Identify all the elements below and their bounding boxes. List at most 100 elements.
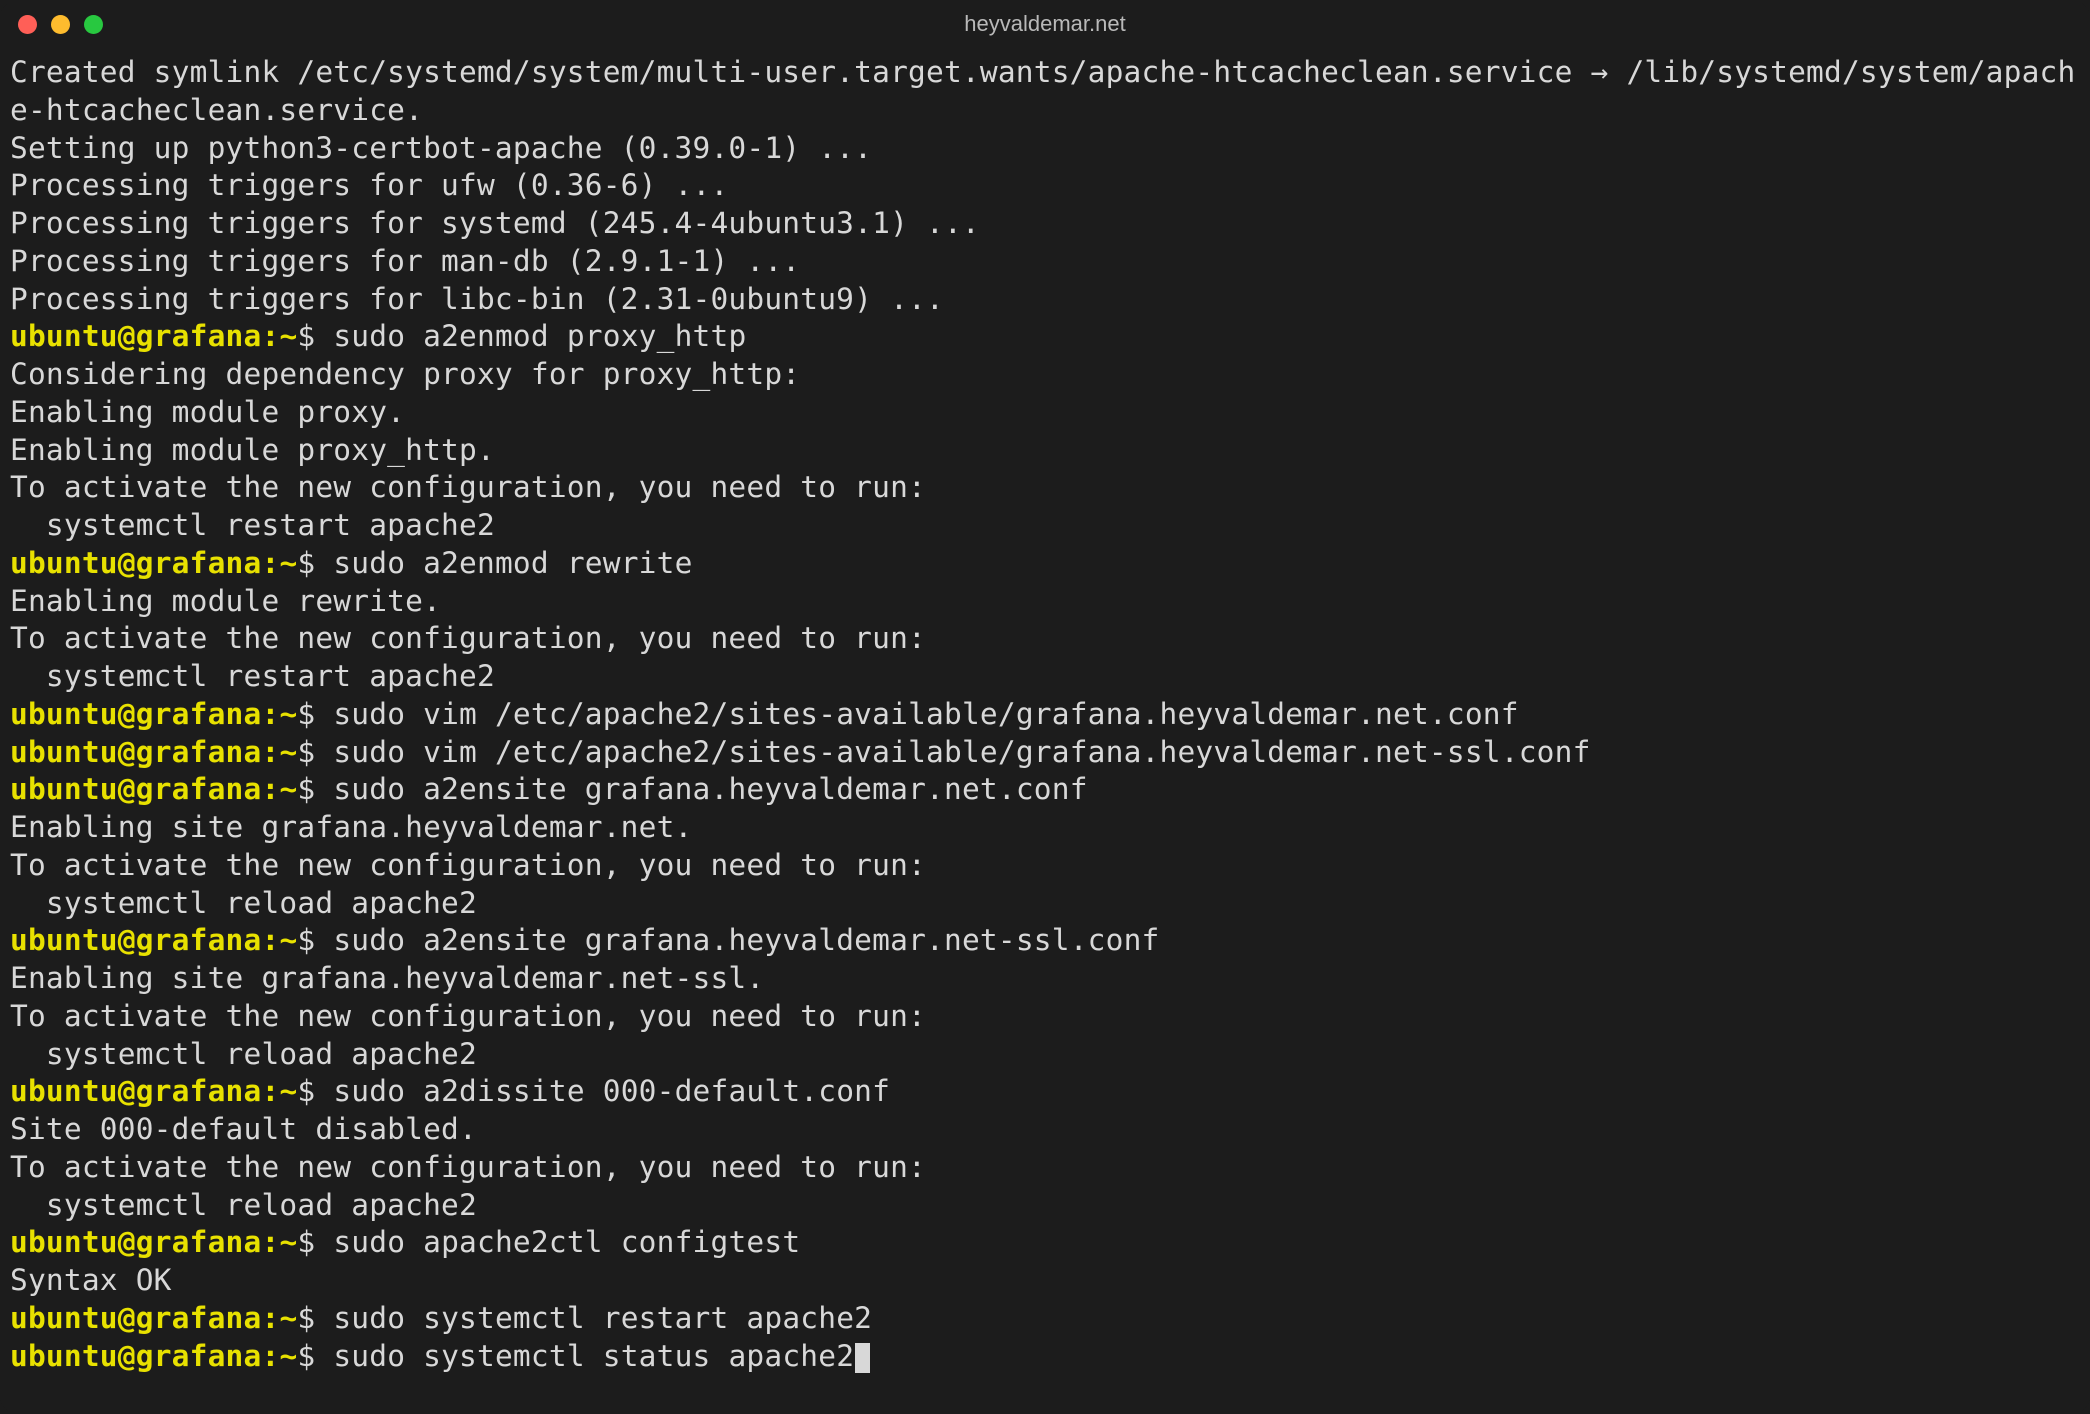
prompt-user: ubuntu bbox=[10, 1301, 118, 1335]
terminal-window: heyvaldemar.net Created symlink /etc/sys… bbox=[0, 0, 2090, 1414]
window-controls bbox=[18, 15, 103, 34]
prompt-host: grafana bbox=[136, 735, 262, 769]
terminal-line: Enabling module rewrite. bbox=[10, 583, 2080, 621]
prompt-colon: : bbox=[261, 1301, 279, 1335]
terminal-line: ubuntu@grafana:~$ sudo a2ensite grafana.… bbox=[10, 922, 2080, 960]
terminal-line: systemctl reload apache2 bbox=[10, 1187, 2080, 1225]
window-title: heyvaldemar.net bbox=[0, 11, 2090, 37]
command-text: sudo vim /etc/apache2/sites-available/gr… bbox=[333, 735, 1590, 769]
command-text: sudo systemctl restart apache2 bbox=[333, 1301, 872, 1335]
prompt-at: @ bbox=[118, 697, 136, 731]
prompt-path: ~ bbox=[279, 319, 297, 353]
prompt-host: grafana bbox=[136, 319, 262, 353]
prompt-colon: : bbox=[261, 735, 279, 769]
terminal-line: Enabling site grafana.heyvaldemar.net-ss… bbox=[10, 960, 2080, 998]
terminal-line: To activate the new configuration, you n… bbox=[10, 469, 2080, 507]
terminal-line: ubuntu@grafana:~$ sudo systemctl restart… bbox=[10, 1300, 2080, 1338]
prompt-user: ubuntu bbox=[10, 923, 118, 957]
terminal-line: Created symlink /etc/systemd/system/mult… bbox=[10, 54, 2080, 130]
prompt-host: grafana bbox=[136, 1074, 262, 1108]
prompt-host: grafana bbox=[136, 923, 262, 957]
prompt-user: ubuntu bbox=[10, 546, 118, 580]
prompt-at: @ bbox=[118, 319, 136, 353]
zoom-icon[interactable] bbox=[84, 15, 103, 34]
prompt-at: @ bbox=[118, 1225, 136, 1259]
prompt-path: ~ bbox=[279, 735, 297, 769]
terminal-body[interactable]: Created symlink /etc/systemd/system/mult… bbox=[0, 48, 2090, 1414]
terminal-line: Site 000-default disabled. bbox=[10, 1111, 2080, 1149]
prompt-user: ubuntu bbox=[10, 735, 118, 769]
prompt-at: @ bbox=[118, 923, 136, 957]
prompt-colon: : bbox=[261, 697, 279, 731]
prompt-colon: : bbox=[261, 546, 279, 580]
terminal-line: To activate the new configuration, you n… bbox=[10, 620, 2080, 658]
command-text: sudo apache2ctl configtest bbox=[333, 1225, 800, 1259]
terminal-line: To activate the new configuration, you n… bbox=[10, 1149, 2080, 1187]
terminal-line: Considering dependency proxy for proxy_h… bbox=[10, 356, 2080, 394]
prompt-dollar: $ bbox=[297, 1074, 333, 1108]
terminal-line: Processing triggers for libc-bin (2.31-0… bbox=[10, 281, 2080, 319]
terminal-line: Setting up python3-certbot-apache (0.39.… bbox=[10, 130, 2080, 168]
terminal-line: ubuntu@grafana:~$ sudo systemctl status … bbox=[10, 1338, 2080, 1376]
prompt-colon: : bbox=[261, 1225, 279, 1259]
prompt-dollar: $ bbox=[297, 697, 333, 731]
prompt-colon: : bbox=[261, 772, 279, 806]
cursor bbox=[855, 1343, 870, 1373]
prompt-path: ~ bbox=[279, 1225, 297, 1259]
prompt-colon: : bbox=[261, 923, 279, 957]
terminal-line: Processing triggers for ufw (0.36-6) ... bbox=[10, 167, 2080, 205]
prompt-colon: : bbox=[261, 319, 279, 353]
terminal-line: systemctl reload apache2 bbox=[10, 885, 2080, 923]
prompt-path: ~ bbox=[279, 546, 297, 580]
command-text: sudo vim /etc/apache2/sites-available/gr… bbox=[333, 697, 1518, 731]
prompt-host: grafana bbox=[136, 1225, 262, 1259]
prompt-at: @ bbox=[118, 772, 136, 806]
command-text: sudo a2dissite 000-default.conf bbox=[333, 1074, 890, 1108]
terminal-line: Processing triggers for man-db (2.9.1-1)… bbox=[10, 243, 2080, 281]
terminal-line: Syntax OK bbox=[10, 1262, 2080, 1300]
command-text: sudo a2ensite grafana.heyvaldemar.net-ss… bbox=[333, 923, 1159, 957]
terminal-line: Enabling site grafana.heyvaldemar.net. bbox=[10, 809, 2080, 847]
prompt-dollar: $ bbox=[297, 546, 333, 580]
terminal-line: ubuntu@grafana:~$ sudo apache2ctl config… bbox=[10, 1224, 2080, 1262]
terminal-line: systemctl restart apache2 bbox=[10, 658, 2080, 696]
close-icon[interactable] bbox=[18, 15, 37, 34]
terminal-line: Enabling module proxy. bbox=[10, 394, 2080, 432]
terminal-line: ubuntu@grafana:~$ sudo a2ensite grafana.… bbox=[10, 771, 2080, 809]
prompt-host: grafana bbox=[136, 1339, 262, 1373]
terminal-line: ubuntu@grafana:~$ sudo a2enmod proxy_htt… bbox=[10, 318, 2080, 356]
terminal-line: ubuntu@grafana:~$ sudo vim /etc/apache2/… bbox=[10, 696, 2080, 734]
prompt-host: grafana bbox=[136, 546, 262, 580]
prompt-at: @ bbox=[118, 546, 136, 580]
command-text: sudo a2enmod proxy_http bbox=[333, 319, 746, 353]
command-text: sudo a2enmod rewrite bbox=[333, 546, 692, 580]
prompt-user: ubuntu bbox=[10, 1074, 118, 1108]
prompt-colon: : bbox=[261, 1339, 279, 1373]
terminal-line: Processing triggers for systemd (245.4-4… bbox=[10, 205, 2080, 243]
prompt-path: ~ bbox=[279, 772, 297, 806]
prompt-dollar: $ bbox=[297, 1225, 333, 1259]
terminal-line: Enabling module proxy_http. bbox=[10, 432, 2080, 470]
prompt-at: @ bbox=[118, 1074, 136, 1108]
terminal-line: ubuntu@grafana:~$ sudo a2dissite 000-def… bbox=[10, 1073, 2080, 1111]
command-text: sudo a2ensite grafana.heyvaldemar.net.co… bbox=[333, 772, 1087, 806]
prompt-dollar: $ bbox=[297, 1301, 333, 1335]
prompt-user: ubuntu bbox=[10, 1339, 118, 1373]
prompt-path: ~ bbox=[279, 1301, 297, 1335]
prompt-host: grafana bbox=[136, 772, 262, 806]
command-text: sudo systemctl status apache2 bbox=[333, 1339, 854, 1373]
prompt-user: ubuntu bbox=[10, 319, 118, 353]
prompt-host: grafana bbox=[136, 697, 262, 731]
titlebar: heyvaldemar.net bbox=[0, 0, 2090, 48]
terminal-line: To activate the new configuration, you n… bbox=[10, 847, 2080, 885]
prompt-path: ~ bbox=[279, 1339, 297, 1373]
prompt-colon: : bbox=[261, 1074, 279, 1108]
prompt-at: @ bbox=[118, 1339, 136, 1373]
minimize-icon[interactable] bbox=[51, 15, 70, 34]
prompt-dollar: $ bbox=[297, 923, 333, 957]
terminal-line: systemctl restart apache2 bbox=[10, 507, 2080, 545]
terminal-line: systemctl reload apache2 bbox=[10, 1036, 2080, 1074]
prompt-path: ~ bbox=[279, 923, 297, 957]
prompt-dollar: $ bbox=[297, 735, 333, 769]
prompt-path: ~ bbox=[279, 697, 297, 731]
